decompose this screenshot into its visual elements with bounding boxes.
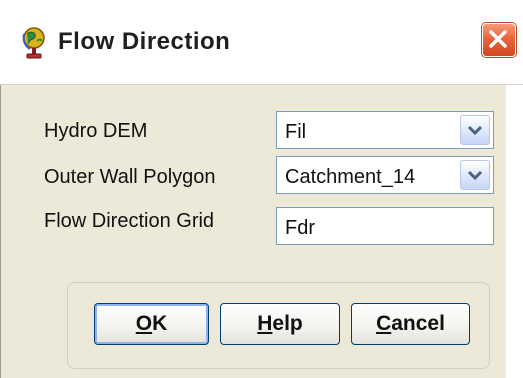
hydro-dem-dropdown-button[interactable] bbox=[460, 115, 490, 145]
hydro-dem-label: Hydro DEM bbox=[44, 120, 148, 142]
window-right-margin bbox=[506, 85, 523, 378]
chevron-down-icon bbox=[467, 125, 483, 136]
flow-direction-dialog: Flow Direction Hydro DEM Fil Outer Wall … bbox=[0, 0, 523, 378]
hydro-dem-value: Fil bbox=[285, 121, 307, 143]
chevron-down-icon bbox=[467, 170, 483, 181]
help-mnemonic: H bbox=[257, 312, 273, 335]
outer-wall-polygon-label: Outer Wall Polygon bbox=[44, 166, 216, 188]
help-button[interactable]: Help bbox=[220, 303, 340, 345]
close-x-icon bbox=[489, 30, 507, 48]
dialog-title: Flow Direction bbox=[58, 28, 231, 55]
flow-direction-grid-value: Fdr bbox=[285, 217, 315, 239]
outer-wall-polygon-combo[interactable]: Catchment_14 bbox=[276, 156, 494, 194]
cancel-mnemonic: C bbox=[376, 312, 392, 335]
flow-direction-grid-input[interactable]: Fdr bbox=[276, 207, 494, 245]
close-button[interactable] bbox=[482, 23, 516, 57]
outer-wall-polygon-value: Catchment_14 bbox=[285, 166, 416, 188]
ok-mnemonic: O bbox=[135, 312, 153, 335]
flow-direction-grid-label: Flow Direction Grid bbox=[44, 210, 215, 232]
hydro-dem-combo[interactable]: Fil bbox=[276, 111, 494, 149]
cancel-label-rest: ancel bbox=[391, 312, 445, 335]
cancel-button[interactable]: Cancel bbox=[351, 303, 470, 345]
window-left-edge bbox=[0, 85, 1, 378]
outer-wall-polygon-dropdown-button[interactable] bbox=[460, 160, 490, 190]
title-bar[interactable]: Flow Direction bbox=[0, 0, 523, 85]
ok-label-rest: K bbox=[152, 312, 168, 335]
globe-stand-icon bbox=[20, 26, 48, 60]
help-label-rest: elp bbox=[272, 312, 303, 335]
ok-button[interactable]: OK bbox=[94, 303, 209, 345]
